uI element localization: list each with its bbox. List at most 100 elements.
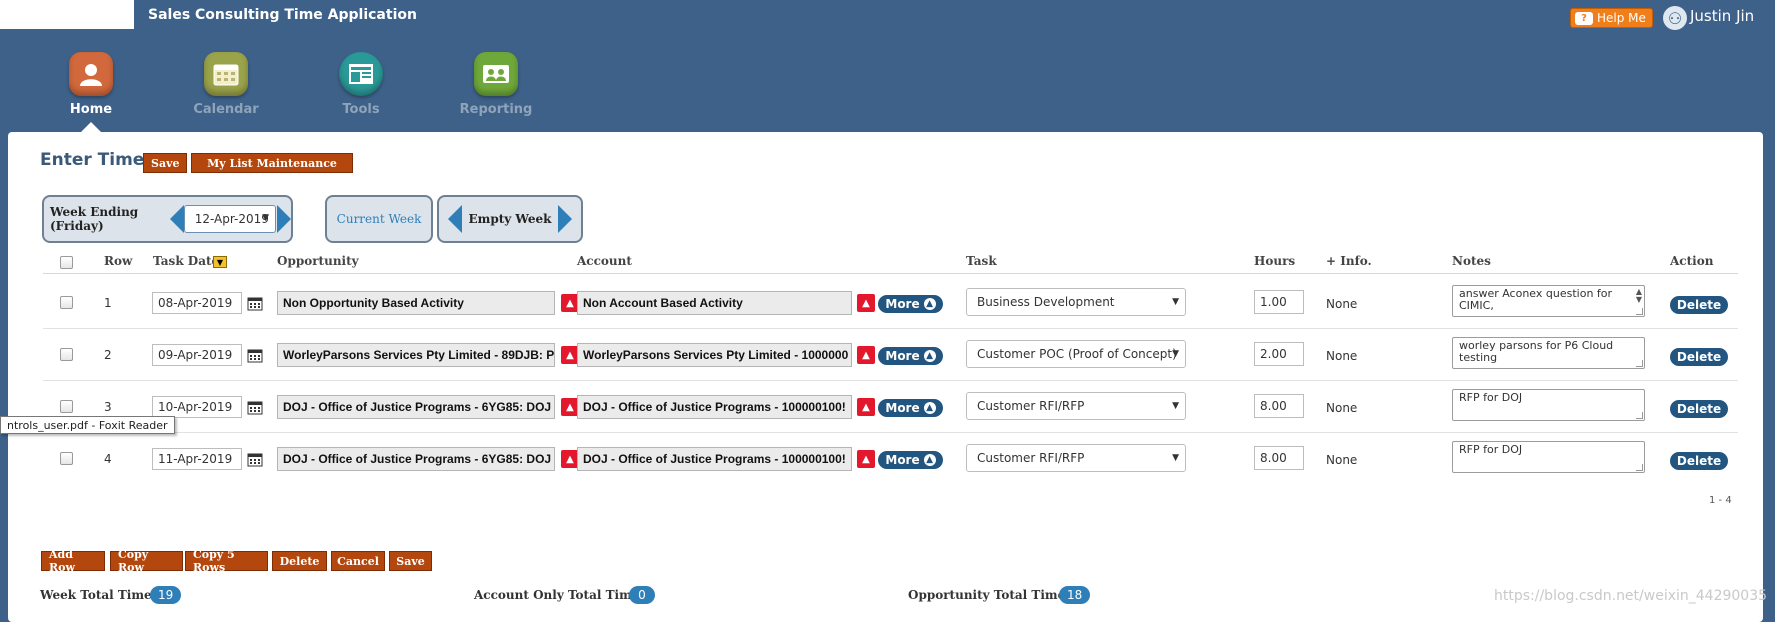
account-lookup-icon[interactable]: ▲ xyxy=(857,450,875,468)
nav-home[interactable]: Home xyxy=(46,52,136,117)
info-value: None xyxy=(1326,453,1358,467)
account-total-label: Account Only Total Time xyxy=(474,588,640,602)
nav-tools[interactable]: Tools xyxy=(316,52,406,117)
prev-week-arrow-icon[interactable] xyxy=(169,205,184,233)
header-task-date[interactable]: Task Date xyxy=(153,254,219,268)
my-list-maintenance-button[interactable]: My List Maintenance xyxy=(191,153,353,173)
select-all-checkbox[interactable] xyxy=(60,256,73,269)
task-select[interactable]: Customer POC (Proof of Concept) ▼ xyxy=(966,340,1186,368)
next-week-arrow-icon[interactable] xyxy=(277,205,291,233)
task-date-input[interactable]: 08-Apr-2019 xyxy=(152,292,242,314)
opportunity-total-badge: 18 xyxy=(1059,586,1091,604)
help-me-button[interactable]: ? Help Me xyxy=(1570,8,1653,28)
app-title: Sales Consulting Time Application xyxy=(148,7,417,23)
copy-row-button[interactable]: Copy Row xyxy=(110,548,183,574)
watermark-text: https://blog.csdn.net/weixin_44290035 xyxy=(1494,588,1768,604)
row-checkbox[interactable] xyxy=(60,452,73,465)
account-lookup-icon[interactable]: ▲ xyxy=(857,294,875,312)
enter-time-panel: Enter Time Save My List Maintenance Week… xyxy=(8,132,1763,622)
opportunity-field[interactable]: DOJ - Office of Justice Programs - 6YG85… xyxy=(277,395,555,419)
delete-button[interactable]: Delete xyxy=(272,551,327,571)
row-delete-button[interactable]: Delete xyxy=(1670,400,1728,418)
nav-tools-label: Tools xyxy=(342,102,380,117)
notes-text: RFP for DOJ xyxy=(1459,443,1523,456)
task-date-input[interactable]: 09-Apr-2019 xyxy=(152,344,242,366)
empty-week-next-arrow-icon[interactable] xyxy=(557,205,572,233)
more-button[interactable]: More ▲ xyxy=(878,295,943,313)
chevron-down-icon: ▼ xyxy=(262,213,269,223)
calendar-picker-icon[interactable] xyxy=(247,399,263,415)
notes-textarea[interactable]: answer Aconex question for CIMIC, ▲ ▼ xyxy=(1452,285,1645,317)
resize-grip-icon[interactable] xyxy=(1636,360,1643,367)
hours-input[interactable]: 8.00 xyxy=(1254,394,1304,418)
task-date-input[interactable]: 11-Apr-2019 xyxy=(152,448,242,470)
row-delete-button[interactable]: Delete xyxy=(1670,348,1728,366)
calendar-picker-icon[interactable] xyxy=(247,347,263,363)
chevron-down-icon: ▼ xyxy=(1172,453,1179,463)
opportunity-field[interactable]: WorleyParsons Services Pty Limited - 89D… xyxy=(277,343,555,367)
opportunity-field[interactable]: DOJ - Office of Justice Programs - 6YG85… xyxy=(277,447,555,471)
calendar-picker-icon[interactable] xyxy=(247,451,263,467)
row-checkbox[interactable] xyxy=(60,296,73,309)
account-lookup-icon[interactable]: ▲ xyxy=(857,398,875,416)
row-number: 2 xyxy=(104,348,112,362)
notes-text: answer Aconex question for CIMIC, xyxy=(1459,287,1613,312)
resize-grip-icon[interactable] xyxy=(1636,464,1643,471)
opportunity-field[interactable]: Non Opportunity Based Activity xyxy=(277,291,555,315)
nav-calendar[interactable]: Calendar xyxy=(181,52,271,117)
empty-week-label[interactable]: Empty Week xyxy=(468,212,551,226)
week-total-label: Week Total Time xyxy=(40,588,152,602)
opportunity-total-label: Opportunity Total Time xyxy=(908,588,1066,602)
scroll-arrows-icon[interactable]: ▲ ▼ xyxy=(1636,288,1642,304)
save-button[interactable]: Save xyxy=(389,551,432,571)
account-lookup-icon[interactable]: ▲ xyxy=(857,346,875,364)
header-opportunity: Opportunity xyxy=(277,254,359,268)
current-week-link[interactable]: Current Week xyxy=(337,212,422,226)
top-save-button[interactable]: Save xyxy=(143,153,188,173)
header-account: Account xyxy=(577,254,632,268)
account-field[interactable]: DOJ - Office of Justice Programs - 10000… xyxy=(577,447,852,471)
task-select[interactable]: Customer RFI/RFP ▼ xyxy=(966,392,1186,420)
task-date-input[interactable]: 10-Apr-2019 xyxy=(152,396,242,418)
cancel-button[interactable]: Cancel xyxy=(331,551,385,571)
row-delete-button[interactable]: Delete xyxy=(1670,296,1728,314)
user-icon xyxy=(69,52,113,96)
row-checkbox[interactable] xyxy=(60,400,73,413)
user-name[interactable]: Justin Jin xyxy=(1690,7,1754,25)
account-field[interactable]: WorleyParsons Services Pty Limited - 100… xyxy=(577,343,852,367)
pager-text: 1 - 4 xyxy=(1709,495,1732,506)
notes-textarea[interactable]: RFP for DOJ xyxy=(1452,441,1645,473)
sort-icon[interactable]: ▼ xyxy=(213,256,227,268)
hours-input[interactable]: 8.00 xyxy=(1254,446,1304,470)
task-select[interactable]: Customer RFI/RFP ▼ xyxy=(966,444,1186,472)
hours-input[interactable]: 2.00 xyxy=(1254,342,1304,366)
account-field[interactable]: Non Account Based Activity xyxy=(577,291,852,315)
week-ending-selector: Week Ending (Friday) 12-Apr-2019 ▼ xyxy=(42,195,293,243)
current-week-box[interactable]: Current Week xyxy=(325,195,433,243)
hours-input[interactable]: 1.00 xyxy=(1254,290,1304,314)
row-number: 3 xyxy=(104,400,112,414)
chevron-down-icon: ▼ xyxy=(1172,297,1179,307)
nav-reporting[interactable]: Reporting xyxy=(451,52,541,117)
account-field[interactable]: DOJ - Office of Justice Programs - 10000… xyxy=(577,395,852,419)
resize-grip-icon[interactable] xyxy=(1636,412,1643,419)
nav-home-label: Home xyxy=(69,102,113,117)
resize-grip-icon[interactable] xyxy=(1636,308,1643,315)
row-delete-button[interactable]: Delete xyxy=(1670,452,1728,470)
add-row-button[interactable]: Add Row xyxy=(41,548,105,574)
row-number: 1 xyxy=(104,296,112,310)
task-select[interactable]: Business Development ▼ xyxy=(966,288,1186,316)
more-button[interactable]: More ▲ xyxy=(878,347,943,365)
calendar-picker-icon[interactable] xyxy=(247,295,263,311)
accessibility-icon[interactable]: ⚇ xyxy=(1663,6,1687,30)
more-button[interactable]: More ▲ xyxy=(878,451,943,469)
empty-week-prev-arrow-icon[interactable] xyxy=(448,205,463,233)
copy-5-rows-button[interactable]: Copy 5 Rows xyxy=(185,548,268,574)
row-checkbox[interactable] xyxy=(60,348,73,361)
more-button[interactable]: More ▲ xyxy=(878,399,943,417)
notes-textarea[interactable]: worley parsons for P6 Cloud testing xyxy=(1452,337,1645,369)
more-label: More xyxy=(885,349,920,363)
arrow-up-circle-icon: ▲ xyxy=(923,298,936,310)
notes-textarea[interactable]: RFP for DOJ xyxy=(1452,389,1645,421)
week-ending-date-select[interactable]: 12-Apr-2019 ▼ xyxy=(183,205,276,233)
